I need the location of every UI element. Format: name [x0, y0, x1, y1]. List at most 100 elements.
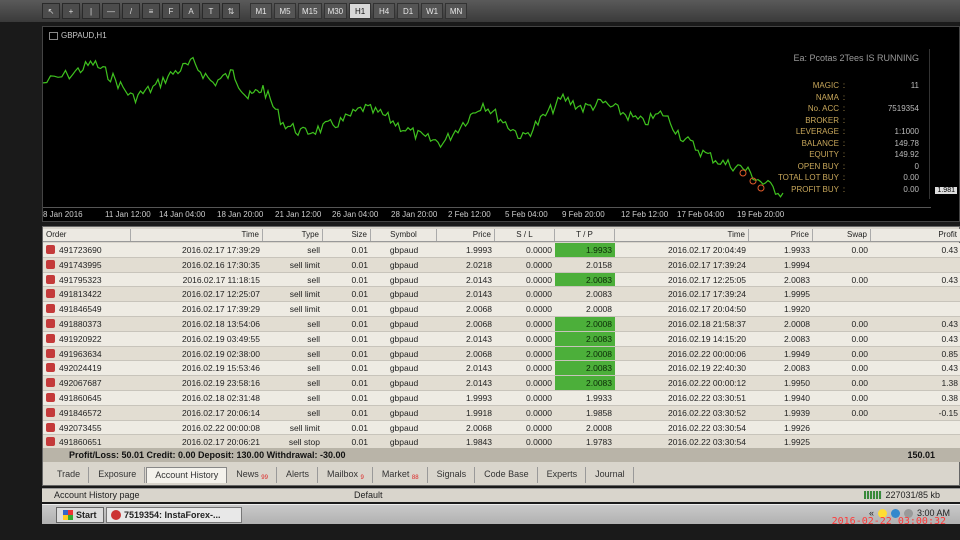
- vertical-line-icon[interactable]: |: [82, 3, 100, 19]
- swap-cell: [813, 421, 871, 435]
- trendline-icon[interactable]: /: [122, 3, 140, 19]
- tab-badge: 99: [261, 475, 268, 481]
- column-header-sym[interactable]: Symbol: [371, 229, 437, 241]
- column-header-size[interactable]: Size: [323, 229, 371, 241]
- horizontal-line-icon[interactable]: —: [102, 3, 120, 19]
- profit-cell: -0.15: [938, 407, 958, 418]
- table-row[interactable]: 492024419 2016.02.19 15:53:46 sell 0.01 gbpa…: [43, 361, 960, 377]
- timeframe-h1-button[interactable]: H1: [349, 3, 372, 19]
- table-row[interactable]: 491963634 2016.02.19 02:38:00 sell 0.01 gbpa…: [43, 346, 960, 362]
- text-icon[interactable]: A: [182, 3, 200, 19]
- tab-account-history[interactable]: Account History: [146, 467, 228, 483]
- timeframe-m1-button[interactable]: M1: [250, 3, 272, 19]
- fibonacci-icon[interactable]: F: [162, 3, 180, 19]
- time-tick-label: 28 Jan 20:00: [391, 210, 438, 219]
- crosshair-icon[interactable]: +: [62, 3, 80, 19]
- timeframe-d1-button[interactable]: D1: [397, 3, 420, 19]
- column-header-time[interactable]: Time: [131, 229, 263, 241]
- order-cell: 491880373: [43, 317, 131, 331]
- profit-cell: 0.43: [941, 245, 958, 255]
- tp-cell: 2.0008: [586, 422, 612, 433]
- sl-cell: 0.0000: [526, 348, 552, 359]
- tab-signals[interactable]: Signals: [429, 467, 476, 483]
- close-price-cell: 2.0083: [784, 363, 810, 374]
- table-row[interactable]: 491880373 2016.02.18 13:54:06 sell 0.01 gbpa…: [43, 316, 960, 332]
- price-series: [43, 56, 784, 198]
- close-price-cell: 1.9940: [784, 392, 810, 403]
- tab-label: News: [236, 469, 259, 479]
- sl-cell: 0.0000: [526, 378, 552, 389]
- open-price-cell: 1.9993: [466, 245, 492, 255]
- tab-alerts[interactable]: Alerts: [278, 467, 318, 483]
- open-price-cell: 2.0143: [466, 274, 492, 285]
- order-cell: 491723690: [43, 243, 131, 257]
- open-time-cell: 2016.02.19 15:53:46: [182, 363, 260, 374]
- open-time-cell: 2016.02.19 23:58:16: [182, 378, 260, 389]
- channel-icon[interactable]: ≡: [142, 3, 160, 19]
- swap-cell: 0.00: [851, 318, 868, 329]
- size-cell: 0.01: [351, 407, 368, 418]
- order-cell: 492024419: [43, 361, 131, 375]
- tab-label: Market: [381, 469, 410, 479]
- tab-news[interactable]: News 99: [228, 467, 277, 483]
- tab-exposure[interactable]: Exposure: [90, 467, 146, 483]
- column-header-profit[interactable]: Profit: [871, 229, 960, 241]
- timeframe-w1-button[interactable]: W1: [421, 3, 444, 19]
- timeframe-mn-button[interactable]: MN: [445, 3, 468, 19]
- tab-label: Alerts: [285, 469, 309, 479]
- taskbar-item-metatrader[interactable]: 7519354: InstaForex-...: [106, 507, 242, 523]
- price-chart[interactable]: GBPAUD,H1 Ea: Pcotas 2Tees IS RUNNING MA…: [42, 26, 960, 222]
- tab-label: Code Base: [484, 469, 529, 479]
- column-header-order[interactable]: Order: [43, 229, 131, 241]
- connection-icon: [864, 491, 883, 499]
- time-tick-label: 9 Feb 20:00: [562, 210, 605, 219]
- tab-code-base[interactable]: Code Base: [476, 467, 538, 483]
- column-header-price2[interactable]: Price: [749, 229, 813, 241]
- close-time-cell: 2016.02.22 00:00:06: [668, 348, 746, 359]
- column-header-tp[interactable]: T / P: [555, 229, 615, 241]
- column-header-price[interactable]: Price: [437, 229, 495, 241]
- tab-trade[interactable]: Trade: [49, 467, 90, 483]
- column-header-type[interactable]: Type: [263, 229, 323, 241]
- arrows-icon[interactable]: ⇅: [222, 3, 240, 19]
- table-row[interactable]: 491723690 2016.02.17 17:39:29 sell 0.01 gbpa…: [43, 243, 960, 258]
- timeframe-m30-button[interactable]: M30: [323, 3, 348, 19]
- table-row[interactable]: 491846572 2016.02.17 20:06:14 sell 0.01 gbpa…: [43, 405, 960, 421]
- swap-cell: 0.00: [851, 245, 868, 255]
- order-icon: [46, 318, 55, 328]
- table-row[interactable]: 491813422 2016.02.17 12:25:07 sell limit 0.…: [43, 287, 960, 303]
- timeframe-m5-button[interactable]: M5: [274, 3, 296, 19]
- timeframe-m15-button[interactable]: M15: [298, 3, 322, 19]
- tab-market[interactable]: Market 88: [374, 467, 428, 483]
- sl-cell: 0.0000: [526, 407, 552, 418]
- table-row[interactable]: 491846549 2016.02.17 17:39:29 sell limit 0.…: [43, 302, 960, 317]
- table-row[interactable]: 491795323 2016.02.17 11:18:15 sell 0.01 gbpa…: [43, 272, 960, 288]
- symbol-cell: gbpaud: [389, 304, 419, 315]
- table-row[interactable]: 491860645 2016.02.18 02:31:48 sell 0.01 gbpa…: [43, 390, 960, 406]
- type-cell: sell limit: [289, 259, 320, 270]
- order-icon: [46, 407, 55, 417]
- status-profile: Default: [354, 490, 383, 500]
- label-icon[interactable]: T: [202, 3, 220, 19]
- tab-mailbox[interactable]: Mailbox 9: [319, 467, 373, 483]
- table-row[interactable]: 492073455 2016.02.22 00:00:08 sell limit 0.…: [43, 420, 960, 436]
- profit-cell: [871, 421, 960, 435]
- table-row[interactable]: 491920922 2016.02.19 03:49:55 sell 0.01 gbpa…: [43, 331, 960, 347]
- symbol-cell: gbpaud: [389, 422, 419, 433]
- tab-journal[interactable]: Journal: [587, 467, 634, 483]
- timeframe-h4-button[interactable]: H4: [373, 3, 396, 19]
- start-button[interactable]: Start: [56, 507, 104, 523]
- windows-logo-icon: [63, 510, 73, 520]
- open-time-cell: 2016.02.17 17:39:29: [182, 304, 260, 315]
- table-row[interactable]: 491743995 2016.02.16 17:30:35 sell limit 0.…: [43, 257, 960, 273]
- profit-cell: [871, 287, 960, 301]
- tab-experts[interactable]: Experts: [539, 467, 587, 483]
- column-header-sl[interactable]: S / L: [495, 229, 555, 241]
- cursor-icon[interactable]: ↖: [42, 3, 60, 19]
- column-header-swap[interactable]: Swap: [813, 229, 871, 241]
- column-header-time2[interactable]: Time: [615, 229, 749, 241]
- tp-cell: 2.0083: [555, 361, 615, 376]
- table-row[interactable]: 492067687 2016.02.19 23:58:16 sell 0.01 gbpa…: [43, 376, 960, 391]
- summary-total: 150.01: [907, 450, 935, 460]
- sl-cell: 0.0000: [526, 289, 552, 300]
